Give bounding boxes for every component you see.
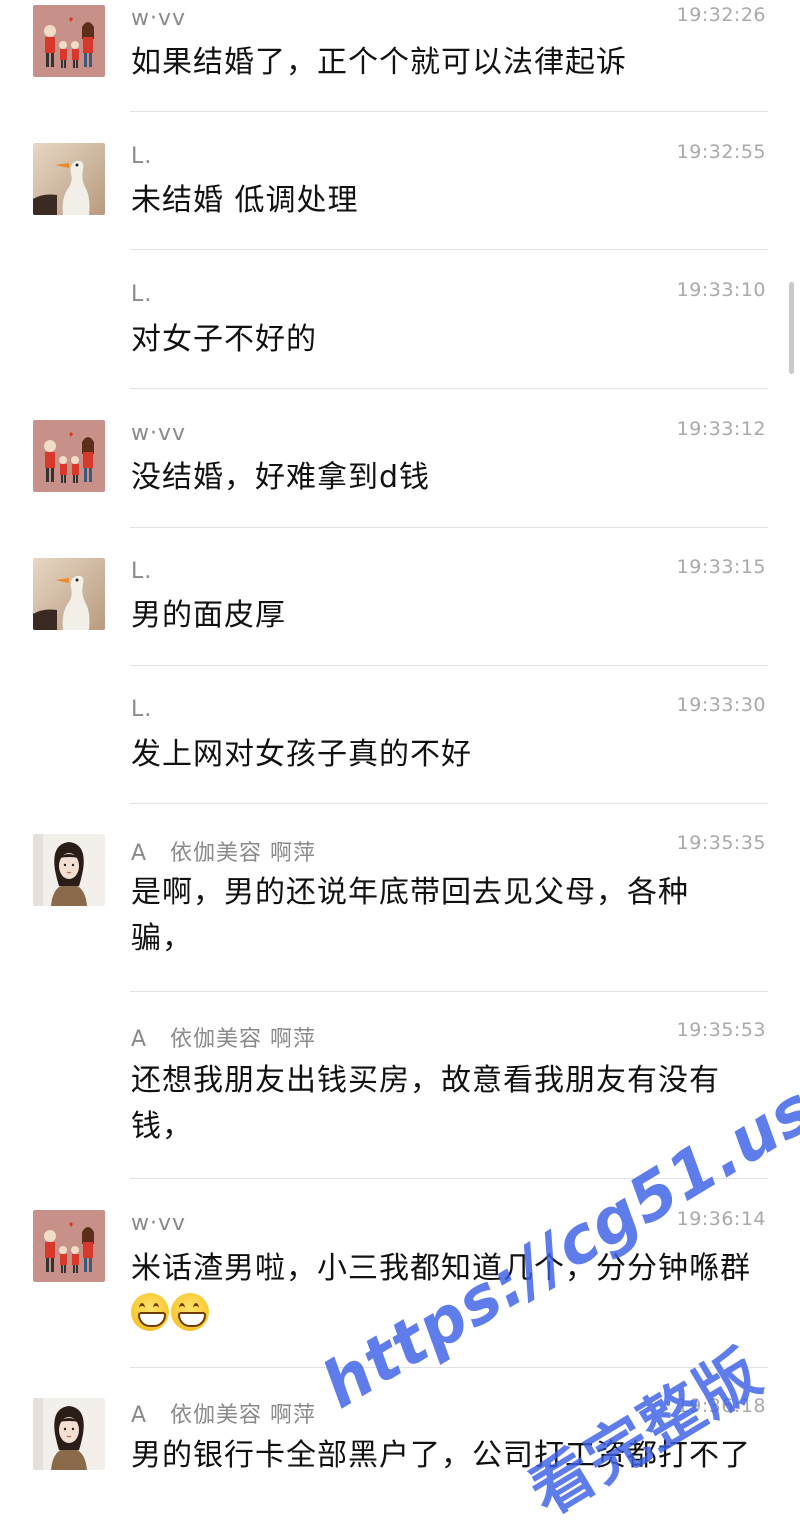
grinning-face-icon [171, 1293, 209, 1331]
message-text: 是啊，男的还说年底带回去见父母，各种骗， [131, 875, 689, 956]
message-time: 19:36:14 [676, 1208, 766, 1230]
sender-name: A 依伽美容 啊萍 [131, 1027, 317, 1052]
chat-message[interactable]: A 依伽美容 啊萍 19:36:18 男的银行卡全部黑户了，公司打工资都打不了 [0, 1367, 800, 1528]
sender-name: w·vv [131, 1211, 187, 1236]
message-text: 男的面皮厚 [131, 598, 286, 633]
message-time: 19:32:26 [676, 4, 766, 26]
sender-name: A 依伽美容 啊萍 [131, 1403, 317, 1428]
chat-message[interactable]: w·vv 19:32:26 如果结婚了，正个个就可以法律起诉 [0, 0, 800, 112]
message-time: 19:36:18 [676, 1395, 766, 1417]
sender-name: w·vv [131, 421, 187, 446]
chat-message[interactable]: A 依伽美容 啊萍 19:35:35 是啊，男的还说年底带回去见父母，各种骗， [0, 803, 800, 992]
avatar-family-cartoon[interactable] [33, 1210, 105, 1282]
chat-message[interactable]: w·vv 19:36:14 米话渣男啦，小三我都知道几个，分分钟喺群 [0, 1179, 800, 1368]
grinning-face-icon [131, 1293, 169, 1331]
sender-name: L. [131, 559, 153, 584]
message-text-body: 米话渣男啦，小三我都知道几个，分分钟喺群 [131, 1251, 751, 1286]
avatar-family-cartoon[interactable] [33, 420, 105, 492]
chat-message[interactable]: L. 19:33:10 对女子不好的 [0, 250, 800, 389]
sender-name: L. [131, 697, 153, 722]
message-text: 未结婚 低调处理 [131, 183, 359, 218]
sender-name: L. [131, 282, 153, 307]
message-time: 19:33:30 [676, 694, 766, 716]
message-text: 还想我朋友出钱买房，故意看我朋友有没有钱， [131, 1063, 720, 1144]
chat-message[interactable]: L. 19:32:55 未结婚 低调处理 [0, 112, 800, 250]
sender-name: w·vv [131, 6, 187, 31]
avatar-woman-photo[interactable] [33, 1398, 105, 1470]
chat-message[interactable]: A 依伽美容 啊萍 19:35:53 还想我朋友出钱买房，故意看我朋友有没有钱， [0, 991, 800, 1179]
message-text: 对女子不好的 [131, 322, 317, 357]
scrollbar[interactable] [789, 282, 794, 374]
message-time: 19:33:15 [676, 556, 766, 578]
chat-message[interactable]: w·vv 19:33:12 没结婚，好难拿到d钱 [0, 389, 800, 528]
sender-name: L. [131, 144, 153, 169]
message-text: 发上网对女孩子真的不好 [131, 737, 472, 772]
avatar-goose-photo[interactable] [33, 558, 105, 630]
message-text: 米话渣男啦，小三我都知道几个，分分钟喺群 [131, 1246, 771, 1338]
message-text: 没结婚，好难拿到d钱 [131, 460, 431, 495]
message-text: 男的银行卡全部黑户了，公司打工资都打不了 [131, 1438, 751, 1473]
message-time: 19:33:10 [676, 279, 766, 301]
chat-message[interactable]: L. 19:33:15 男的面皮厚 [0, 527, 800, 666]
avatar-woman-photo[interactable] [33, 834, 105, 906]
message-time: 19:33:12 [676, 418, 766, 440]
avatar-family-cartoon[interactable] [33, 5, 105, 77]
avatar-goose-photo[interactable] [33, 143, 105, 215]
chat-message[interactable]: L. 19:33:30 发上网对女孩子真的不好 [0, 665, 800, 804]
message-text: 如果结婚了，正个个就可以法律起诉 [131, 45, 627, 80]
message-time: 19:32:55 [676, 141, 766, 163]
message-time: 19:35:53 [676, 1019, 766, 1041]
message-time: 19:35:35 [676, 832, 766, 854]
sender-name: A 依伽美容 啊萍 [131, 841, 317, 866]
